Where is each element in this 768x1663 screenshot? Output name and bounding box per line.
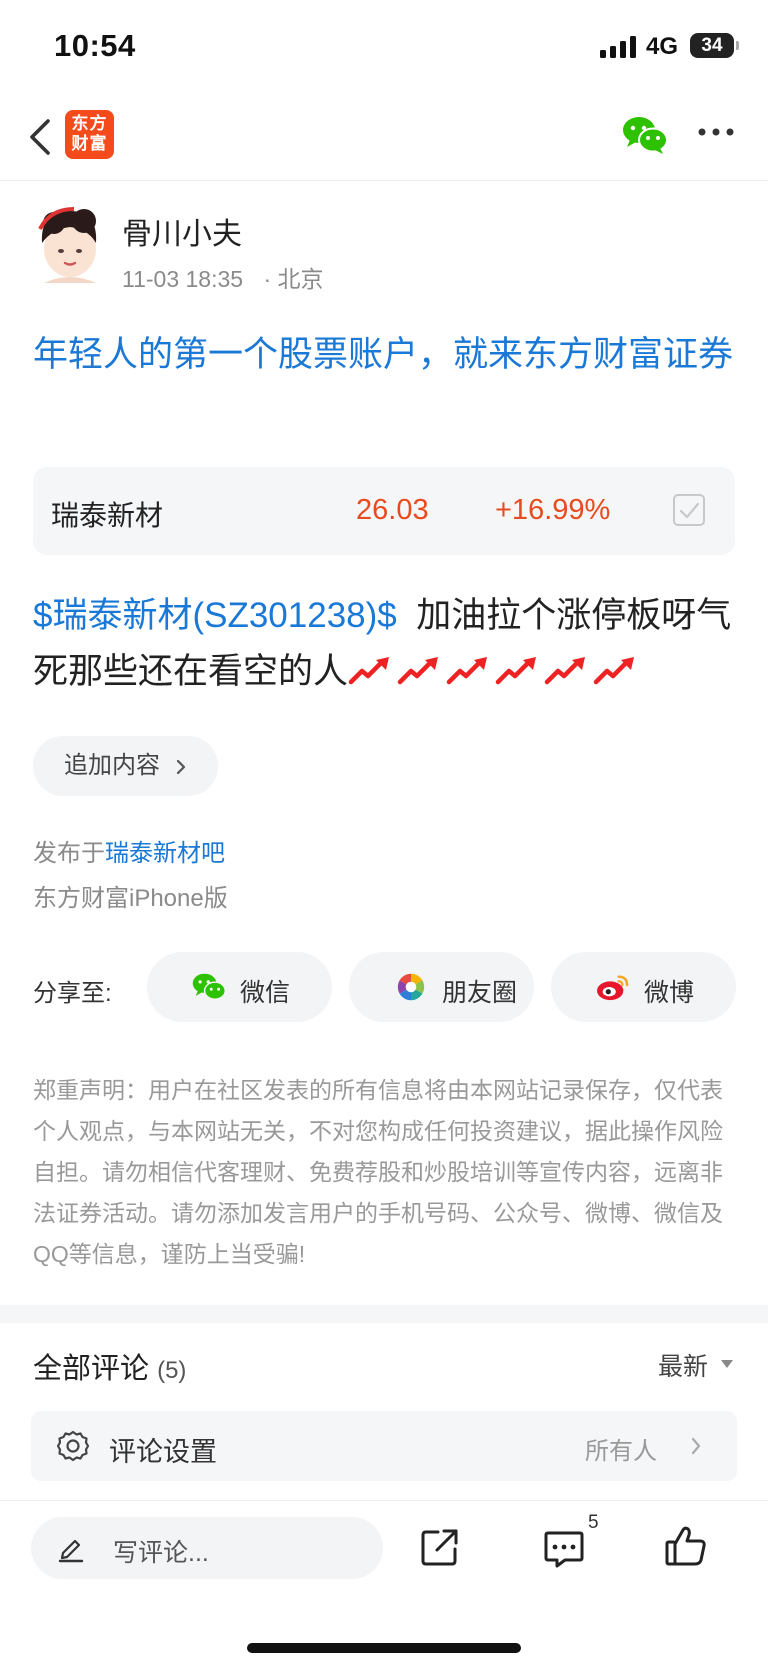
network-type: 4G [646, 33, 679, 60]
write-comment-placeholder: 写评论... [113, 1539, 209, 1567]
more-horizontal-icon[interactable] [696, 125, 736, 139]
append-content-label: 追加内容 [64, 752, 160, 779]
add-to-watchlist-checkbox-icon[interactable] [673, 494, 705, 526]
moments-icon [397, 973, 425, 1001]
comments-title: 全部评论 (5) [33, 1345, 186, 1387]
trend-emoji-group [348, 652, 642, 691]
chart-increasing-icon [446, 657, 488, 685]
chart-increasing-icon [348, 657, 390, 685]
comments-count: (5) [157, 1357, 187, 1384]
thumbs-up-icon[interactable] [664, 1525, 708, 1567]
post-date: 11-03 18:35 [122, 266, 244, 292]
comment-settings-label: 评论设置 [109, 1437, 217, 1467]
write-comment-input[interactable]: 写评论... [31, 1517, 383, 1579]
post-location: · 北京 [263, 266, 324, 292]
chart-increasing-icon [495, 657, 537, 685]
share-moments-button[interactable]: 朋友圈 [349, 952, 534, 1022]
cellular-signal-icon [600, 36, 636, 58]
comment-settings-row[interactable]: 评论设置 所有人 [31, 1411, 737, 1481]
caret-down-icon[interactable] [720, 1359, 734, 1369]
wechat-icon[interactable] [622, 115, 668, 155]
stock-card[interactable]: 瑞泰新材 26.03 +16.99% [33, 467, 735, 555]
gear-icon [56, 1430, 90, 1462]
disclaimer: 郑重声明：用户在社区发表的所有信息将由本网站记录保存，仅代表个人观点，与本网站无… [33, 1077, 723, 1267]
battery-icon: 34 [690, 33, 734, 58]
chart-increasing-icon [593, 657, 635, 685]
post-title[interactable]: 年轻人的第一个股票账户，就来东方财富证券 [33, 327, 743, 382]
chart-increasing-icon [544, 657, 586, 685]
comment-count-badge: 5 [588, 1512, 599, 1533]
avatar[interactable] [34, 205, 104, 285]
comments-title-label: 全部评论 [33, 1353, 150, 1385]
published-in: 发布于瑞泰新材吧 [33, 833, 225, 868]
chevron-right-icon [691, 1437, 701, 1455]
post-meta: 11-03 18:35 · 北京 [122, 260, 324, 294]
stock-name: 瑞泰新材 [51, 500, 164, 531]
weibo-icon [597, 975, 629, 1001]
stock-change: +16.99% [495, 494, 611, 526]
bottom-action-bar: 写评论... 5 [0, 1500, 768, 1663]
author-name[interactable]: 骨川小夫 [122, 209, 242, 253]
chart-increasing-icon [397, 657, 439, 685]
nav-bar: 东方财富 [0, 95, 768, 181]
pen-icon [58, 1539, 84, 1563]
comment-settings-value: 所有人 [585, 1438, 657, 1465]
status-time: 10:54 [54, 28, 136, 63]
share-moments-label: 朋友圈 [442, 979, 518, 1007]
share-wechat-button[interactable]: 微信 [147, 952, 332, 1022]
append-content-button[interactable]: 追加内容 [33, 736, 218, 796]
stock-bar-link[interactable]: 瑞泰新材吧 [105, 840, 225, 867]
client-source: 东方财富iPhone版 [33, 885, 228, 912]
post-body: $瑞泰新材(SZ301238)$ 加油拉个涨停板呀气死那些还在看空的人 [33, 588, 743, 700]
section-divider [0, 1305, 768, 1323]
share-weibo-label: 微博 [644, 979, 695, 1007]
chevron-right-icon [176, 759, 186, 775]
stock-tag-link[interactable]: $瑞泰新材(SZ301238)$ [33, 596, 397, 635]
status-bar: 10:54 4G 34 [0, 0, 768, 95]
brand-logo[interactable]: 东方财富 [65, 110, 114, 159]
published-prefix: 发布于 [33, 840, 105, 867]
share-icon[interactable] [420, 1527, 460, 1567]
battery-cap [736, 41, 739, 50]
sort-dropdown[interactable]: 最新 [658, 1347, 708, 1383]
chevron-left-icon[interactable] [26, 115, 56, 159]
share-label: 分享至: [33, 980, 112, 1007]
stock-price: 26.03 [356, 494, 429, 526]
share-wechat-label: 微信 [240, 979, 291, 1007]
home-indicator [247, 1643, 521, 1653]
share-weibo-button[interactable]: 微博 [551, 952, 736, 1022]
wechat-icon [192, 973, 226, 1000]
comment-icon[interactable] [543, 1529, 585, 1569]
